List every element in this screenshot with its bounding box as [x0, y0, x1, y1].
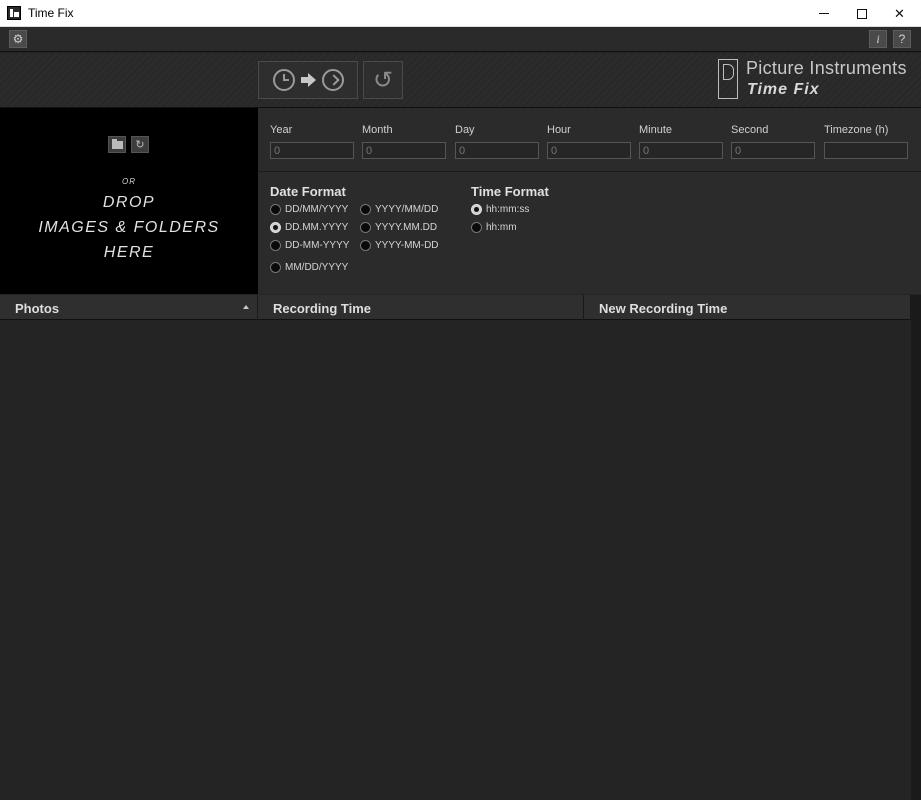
date-format-title: Date Format — [270, 184, 346, 199]
timezone-field[interactable] — [824, 142, 908, 159]
close-icon: ✕ — [894, 5, 905, 21]
gear-icon: ⚙ — [12, 32, 24, 46]
column-label: New Recording Time — [599, 301, 728, 316]
time-format-option[interactable]: hh:mm — [471, 222, 517, 233]
date-format-label: YYYY-MM-DD — [375, 240, 439, 251]
date-format-label: YYYY.MM.DD — [375, 222, 438, 233]
clock-icon — [272, 69, 295, 91]
date-format-option[interactable]: YYYY/MM/DD — [360, 204, 438, 215]
undo-button[interactable]: ↺ — [363, 61, 403, 99]
brand-logo: Picture Instruments Time Fix — [718, 58, 914, 103]
settings-button[interactable]: ⚙ — [9, 30, 27, 48]
column-label: Recording Time — [273, 301, 372, 316]
radio-selected-icon — [471, 204, 482, 215]
table-header: Photos Recording Time New Recording Time — [0, 295, 911, 320]
date-format-label: YYYY/MM/DD — [375, 204, 439, 215]
hour-label: Hour — [547, 124, 571, 136]
reload-button[interactable]: ↻ — [131, 136, 149, 153]
help-button[interactable]: ? — [893, 30, 911, 48]
date-format-label: MM/DD/YYYY — [285, 262, 349, 273]
radio-icon — [360, 204, 371, 215]
maximize-button[interactable] — [842, 0, 881, 27]
window-title: Time Fix — [28, 6, 74, 20]
minute-label: Minute — [639, 124, 673, 136]
drop-text-line3: HERE — [103, 244, 155, 261]
date-format-option[interactable]: YYYY-MM-DD — [360, 240, 439, 251]
date-format-label: DD.MM.YYYY — [285, 222, 349, 233]
brand-product: Time Fix — [747, 81, 820, 98]
radio-icon — [270, 204, 281, 215]
date-format-option[interactable]: DD/MM/YYYY — [270, 204, 348, 215]
info-icon: i — [876, 31, 880, 46]
clock-forward-icon — [321, 69, 344, 91]
time-format-label: hh:mm:ss — [486, 204, 530, 215]
toolbar: ⚙ i ? — [0, 27, 921, 52]
drop-zone[interactable]: ↻ OR DROP IMAGES & FOLDERS HERE — [0, 108, 258, 294]
radio-icon — [360, 222, 371, 233]
radio-icon — [270, 240, 281, 251]
date-format-option[interactable]: MM/DD/YYYY — [270, 262, 348, 273]
sort-ascending-icon — [243, 305, 249, 309]
drop-text-line1: DROP — [102, 194, 156, 211]
hour-field[interactable] — [547, 142, 631, 159]
second-field[interactable] — [731, 142, 815, 159]
year-field[interactable] — [270, 142, 354, 159]
column-header-photos[interactable]: Photos — [0, 295, 258, 320]
time-format-label: hh:mm — [486, 222, 517, 233]
info-button[interactable]: i — [869, 30, 887, 48]
maximize-icon — [856, 8, 867, 19]
vertical-scrollbar[interactable] — [911, 295, 921, 800]
minimize-button[interactable] — [804, 0, 843, 27]
column-label: Photos — [15, 301, 60, 316]
minute-field[interactable] — [639, 142, 723, 159]
timezone-label: Timezone (h) — [824, 124, 889, 136]
second-label: Second — [731, 124, 769, 136]
title-bar: Time Fix ✕ — [0, 0, 921, 27]
month-label: Month — [362, 124, 393, 136]
time-settings-panel: Year Month Day Hour Minute Second Timezo… — [258, 108, 921, 294]
radio-icon — [270, 262, 281, 273]
month-field[interactable] — [362, 142, 446, 159]
drop-or-text: OR — [122, 177, 136, 186]
drop-text-line2: IMAGES & FOLDERS — [38, 219, 220, 236]
year-label: Year — [270, 124, 293, 136]
header-band: ↺ Picture Instruments Time Fix — [0, 53, 921, 108]
apply-time-fix-button[interactable] — [258, 61, 358, 99]
date-format-label: DD-MM-YYYY — [285, 240, 350, 251]
brand-p-icon — [718, 59, 738, 99]
column-header-new-recording-time[interactable]: New Recording Time — [584, 295, 911, 320]
close-button[interactable]: ✕ — [880, 0, 919, 27]
minimize-icon — [818, 13, 829, 14]
day-field[interactable] — [455, 142, 539, 159]
column-header-recording-time[interactable]: Recording Time — [258, 295, 584, 320]
radio-icon — [471, 222, 482, 233]
arrow-right-icon — [300, 73, 316, 87]
date-format-option[interactable]: YYYY.MM.DD — [360, 222, 437, 233]
open-folder-button[interactable] — [108, 136, 126, 153]
panel-divider — [258, 171, 921, 172]
radio-icon — [360, 240, 371, 251]
time-format-title: Time Format — [471, 184, 549, 199]
help-icon: ? — [898, 32, 906, 46]
undo-icon: ↺ — [372, 66, 394, 94]
time-format-option[interactable]: hh:mm:ss — [471, 204, 529, 215]
app-icon — [7, 6, 21, 20]
date-format-label: DD/MM/YYYY — [285, 204, 349, 215]
folder-icon — [111, 138, 123, 149]
refresh-icon: ↻ — [135, 139, 145, 151]
brand-company: Picture Instruments — [746, 58, 907, 78]
day-label: Day — [455, 124, 475, 136]
date-format-option[interactable]: DD.MM.YYYY — [270, 222, 348, 233]
radio-selected-icon — [270, 222, 281, 233]
photo-table-body[interactable] — [0, 320, 911, 800]
date-format-option[interactable]: DD-MM-YYYY — [270, 240, 349, 251]
